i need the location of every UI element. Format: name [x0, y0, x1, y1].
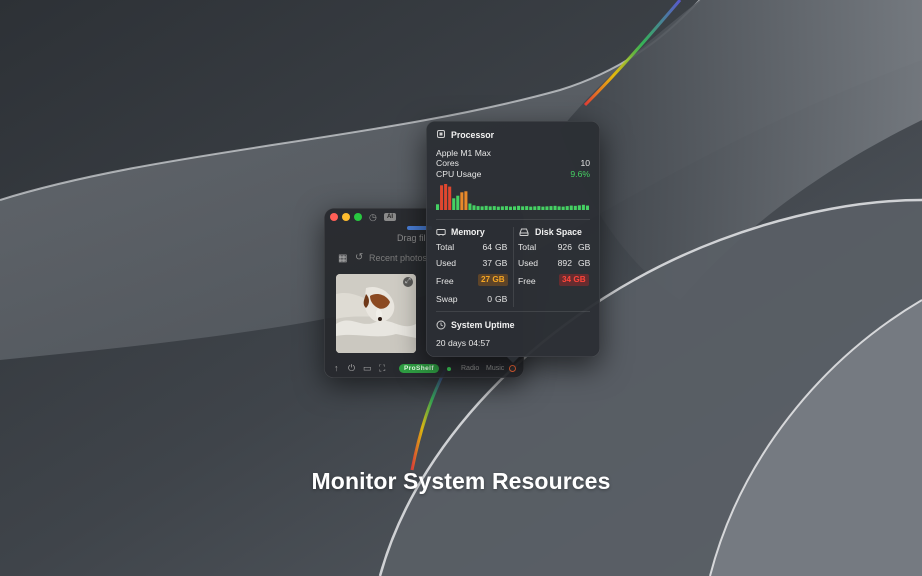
cpu-history-bar [561, 206, 565, 210]
uptime-value: 20 days 04:57 [436, 338, 490, 348]
cpu-history-bar [517, 205, 521, 210]
cpu-history-bar [504, 206, 508, 210]
memory-total-label: Total [436, 242, 455, 252]
clock-icon [436, 320, 446, 330]
memory-title: Memory [451, 227, 485, 237]
expand-icon[interactable]: ⤢ [403, 277, 413, 287]
cpu-history-bar [484, 205, 488, 210]
system-stats-popover: Processor Apple M1 Max Cores 10 CPU Usag… [426, 121, 600, 363]
memory-total-value: 64 [482, 242, 492, 252]
cpu-history-bar [460, 192, 464, 210]
cpu-history-bar [573, 205, 577, 210]
cpu-history-bar [500, 206, 504, 210]
disk-used-unit: GB [578, 258, 591, 268]
screenshot-icon[interactable]: ⛶ [379, 363, 385, 373]
headline: Monitor System Resources [311, 468, 611, 494]
cpu-history-bar [488, 206, 492, 210]
cpu-history-bar [565, 206, 569, 210]
cpu-history-bar [452, 198, 456, 210]
cpu-history-bar [440, 185, 444, 210]
cpu-history-bar [585, 205, 589, 210]
swap-unit: GB [495, 294, 508, 304]
chip-name: Apple M1 Max [436, 148, 491, 158]
history-icon[interactable]: ◷ [369, 212, 377, 222]
memory-total-unit: GB [495, 242, 508, 252]
cpu-history-bar [496, 206, 500, 210]
system-uptime-title: System Uptime [451, 320, 515, 330]
cores-label: Cores [436, 158, 459, 168]
grid-icon[interactable]: ▦ [338, 253, 347, 264]
memory-free-badge: 27 GB [478, 274, 508, 286]
folder-icon[interactable]: ▭ [363, 363, 372, 373]
gauge-icon[interactable] [509, 365, 516, 372]
cpu-history-bar [557, 206, 561, 210]
cpu-history-bar [480, 206, 484, 210]
disk-total-value: 926 [557, 242, 572, 252]
cores-value: 10 [580, 158, 590, 168]
memory-used-label: Used [436, 258, 457, 268]
cpu-history-graph [436, 184, 589, 210]
cpu-history-bar [444, 184, 448, 210]
disk-free-label: Free [518, 276, 536, 286]
cpu-history-bar [545, 206, 549, 210]
section-divider [436, 219, 590, 220]
disk-icon [519, 228, 529, 236]
processor-title: Processor [451, 130, 495, 140]
disk-space-title: Disk Space [535, 227, 582, 237]
cpu-usage-value: 9.6% [570, 169, 590, 179]
ai-badge[interactable]: AI [384, 213, 396, 221]
proshelf-tab-button[interactable]: ProShelf [399, 364, 439, 373]
cpu-history-bar [537, 206, 541, 210]
history-icon[interactable]: ↺ [355, 252, 363, 263]
popover-arrow [507, 357, 519, 363]
disk-free-badge: 34 GB [559, 274, 589, 286]
cpu-history-bar [436, 204, 440, 210]
memory-icon [436, 229, 446, 236]
cpu-history-bar [525, 206, 529, 210]
disk-total-unit: GB [578, 242, 591, 252]
drag-files-label: Drag fil [397, 233, 426, 243]
disk-used-label: Used [518, 258, 539, 268]
status-dot [447, 367, 451, 371]
disk-used-value: 892 [557, 258, 572, 268]
recent-photo-thumbnail[interactable]: ⤢ [336, 274, 416, 353]
cpu-history-bar [533, 206, 537, 210]
cpu-history-bar [521, 206, 525, 210]
minimize-window-button[interactable] [342, 213, 350, 221]
cpu-history-bar [492, 206, 496, 210]
cpu-history-bar [513, 206, 517, 210]
cpu-history-bar [569, 205, 573, 210]
cpu-history-bar [541, 206, 545, 210]
radio-tab[interactable]: Radio [461, 365, 479, 372]
cpu-usage-label: CPU Usage [436, 169, 482, 179]
cpu-history-bar [476, 206, 480, 210]
cpu-history-bar [508, 206, 512, 210]
recent-photos-label: Recent photos [369, 253, 428, 263]
cpu-history-bar [472, 205, 476, 210]
power-icon[interactable]: ⏻ [348, 363, 355, 373]
arrow-up-icon[interactable]: ↑ [334, 363, 339, 373]
memory-free-label: Free [436, 276, 454, 286]
cpu-history-bar [549, 206, 553, 210]
cpu-history-bar [553, 205, 557, 210]
disk-total-label: Total [518, 242, 537, 252]
cpu-history-bar [577, 205, 581, 210]
maximize-window-button[interactable] [354, 213, 362, 221]
swap-value: 0 [487, 294, 492, 304]
cpu-history-bar [529, 206, 533, 210]
music-tab[interactable]: Music [486, 365, 504, 372]
swap-label: Swap [436, 294, 458, 304]
cpu-icon [437, 130, 445, 138]
cpu-history-bar [464, 191, 468, 210]
memory-used-unit: GB [495, 258, 508, 268]
column-divider [513, 227, 514, 307]
cpu-history-bar [468, 203, 472, 210]
cpu-history-bar [448, 186, 452, 210]
cpu-history-bar [581, 204, 585, 210]
cpu-history-bar [456, 195, 460, 210]
section-divider [436, 311, 590, 312]
memory-used-value: 37 [482, 258, 492, 268]
close-window-button[interactable] [330, 213, 338, 221]
